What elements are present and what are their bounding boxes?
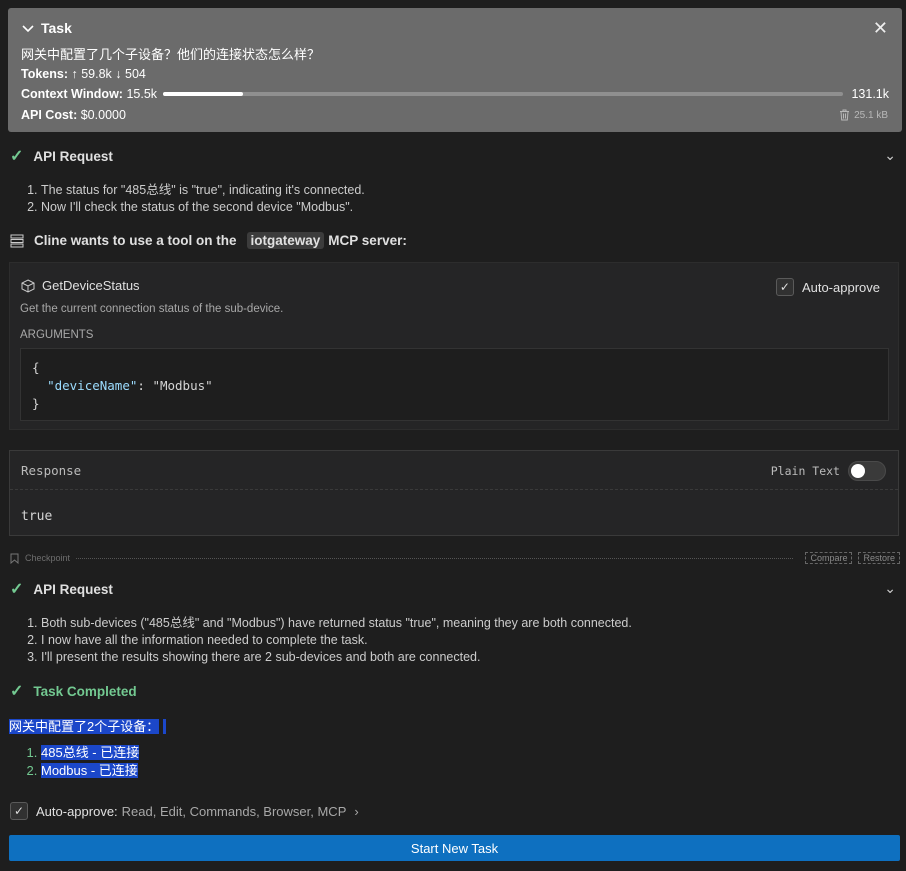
checkpoint-label: Checkpoint (25, 553, 71, 563)
list-item: Now I'll check the status of the second … (41, 199, 365, 216)
arguments-code: { "deviceName": "Modbus" } (20, 348, 889, 421)
divider (10, 489, 898, 490)
divider (76, 557, 794, 559)
tokens-in: 59.8k (81, 67, 112, 81)
list-item: I now have all the information needed to… (41, 632, 632, 649)
api-request-label: API Request (33, 581, 113, 597)
task-completed-header: ✓ Task Completed (10, 681, 137, 701)
response-label: Response (21, 463, 82, 478)
toggle-knob (851, 464, 865, 478)
compare-button[interactable]: Compare (805, 552, 853, 564)
context-label: Context Window: (21, 87, 123, 101)
json-key: "deviceName" (47, 378, 138, 393)
context-used: 15.5k (126, 87, 158, 101)
list-item: I'll present the results showing there a… (41, 649, 632, 666)
auto-approve-label: Auto-approve (801, 279, 880, 295)
close-icon[interactable]: ✕ (873, 18, 888, 39)
plain-text-toggle[interactable] (848, 461, 886, 481)
plain-text-toggle-row: Plain Text (771, 461, 886, 481)
api-request-header-2[interactable]: ✓ API Request (10, 579, 113, 599)
result-list: 485总线 - 已连接 Modbus - 已连接 (16, 744, 140, 780)
tokens-label: Tokens: (21, 67, 68, 81)
result-item-text: Modbus - 已连接 (41, 763, 138, 778)
context-progress-bar (163, 92, 844, 96)
cost-label: API Cost: (21, 108, 78, 122)
checkpoint-row: Checkpoint Compare Restore (10, 551, 900, 565)
api-request-header-1[interactable]: ✓ API Request (10, 146, 113, 166)
chevron-right-icon[interactable]: › (354, 804, 358, 819)
check-icon: ✓ (10, 683, 24, 700)
server-icon (10, 234, 24, 247)
tokens-out: 504 (125, 67, 146, 81)
bookmark-icon (10, 553, 19, 564)
auto-approve-checkbox[interactable]: ✓ (775, 278, 794, 296)
arrow-down-icon: ↓ (115, 67, 126, 81)
chevron-down-icon[interactable] (21, 21, 35, 35)
response-body: true (21, 509, 53, 524)
auto-approve-bar[interactable]: ✓ Auto-approve: Read, Edit, Commands, Br… (10, 802, 359, 820)
tool-auto-approve[interactable]: ✓ Auto-approve (775, 278, 880, 296)
arrow-up-icon: ↑ (71, 67, 82, 81)
tool-name: GetDeviceStatus (42, 278, 140, 293)
arguments-label: ARGUMENTS (20, 329, 94, 341)
mcp-tool-request: Cline wants to use a tool on the iotgate… (10, 232, 407, 249)
task-size: 25.1 kB (839, 109, 888, 121)
mcp-server-name: iotgateway (246, 232, 325, 249)
task-header: Task ✕ 网关中配置了几个子设备？他们的连接状态怎么样？ Tokens: ↑… (8, 8, 902, 132)
mcp-prefix: Cline wants to use a tool on the (34, 233, 237, 248)
auto-approve-checkbox[interactable]: ✓ (10, 802, 28, 820)
tokens-line: Tokens: ↑ 59.8k ↓ 504 (21, 67, 146, 81)
check-icon: ✓ (10, 148, 24, 165)
auto-approve-label: Auto-approve: (36, 803, 118, 819)
restore-button[interactable]: Restore (858, 552, 900, 564)
tool-name-row: GetDeviceStatus (21, 278, 140, 293)
api-cost-line: API Cost: $0.0000 (21, 108, 126, 122)
list-item: The status for "485总线" is "true", indica… (41, 182, 365, 199)
cube-icon (21, 278, 35, 293)
tool-card: GetDeviceStatus ✓ Auto-approve Get the c… (9, 262, 899, 430)
api-request-steps-1: The status for "485总线" is "true", indica… (16, 182, 365, 216)
auto-approve-list: Read, Edit, Commands, Browser, MCP (121, 803, 347, 819)
result-heading: 网关中配置了2个子设备： (9, 716, 167, 735)
context-progress-fill (163, 92, 244, 96)
trash-icon[interactable] (839, 109, 850, 121)
list-item: Both sub-devices ("485总线" and "Modbus") … (41, 615, 632, 632)
size-value: 25.1 kB (854, 109, 888, 121)
chevron-down-icon[interactable]: ⌄ (884, 147, 896, 164)
context-max: 131.1k (851, 87, 889, 101)
task-question: 网关中配置了几个子设备？他们的连接状态怎么样？ (21, 47, 321, 62)
chevron-down-icon[interactable]: ⌄ (884, 580, 896, 597)
api-request-label: API Request (33, 148, 113, 164)
response-card: Response Plain Text true (9, 450, 899, 536)
list-item: Modbus - 已连接 (41, 762, 139, 780)
check-icon: ✓ (10, 581, 24, 598)
plain-text-label: Plain Text (770, 464, 840, 478)
mcp-suffix: MCP server: (328, 233, 407, 248)
result-heading-text: 网关中配置了2个子设备： (9, 719, 160, 734)
task-title-row[interactable]: Task (21, 20, 72, 36)
task-title: Task (41, 20, 72, 36)
tool-description: Get the current connection status of the… (20, 303, 284, 315)
start-new-task-button[interactable]: Start New Task (9, 835, 900, 861)
result-item-text: 485总线 - 已连接 (41, 745, 140, 760)
context-window-line: Context Window: 15.5k 131.1k (21, 87, 889, 101)
cost-value: $0.0000 (80, 108, 126, 122)
task-completed-label: Task Completed (33, 683, 137, 699)
json-value: "Modbus" (152, 378, 213, 393)
api-request-steps-2: Both sub-devices ("485总线" and "Modbus") … (16, 615, 632, 666)
list-item: 485总线 - 已连接 (41, 744, 140, 762)
